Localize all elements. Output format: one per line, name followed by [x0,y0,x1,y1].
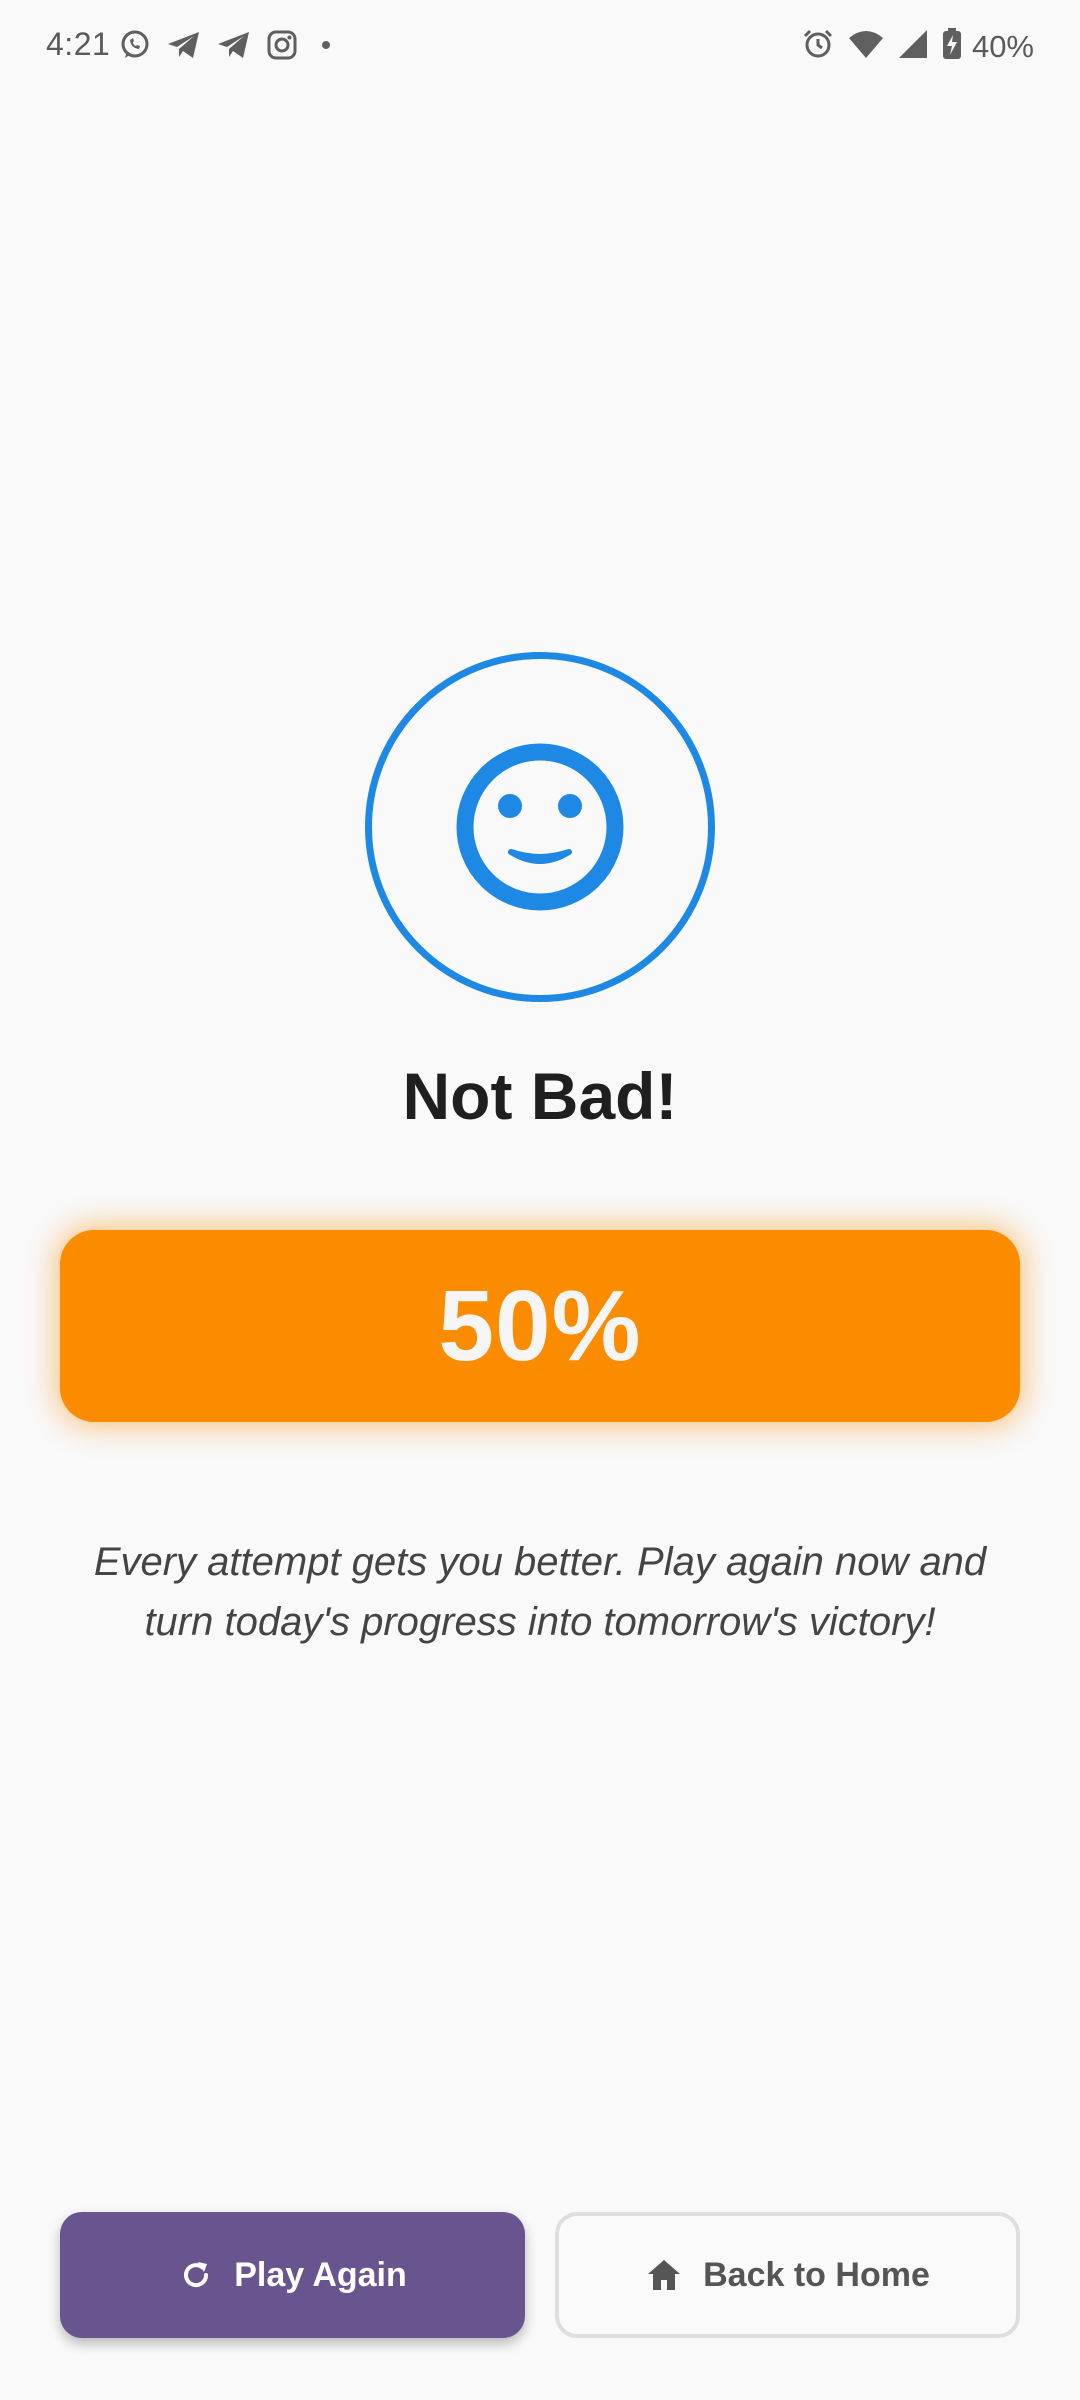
telegram-icon [166,29,202,61]
status-time: 4:21 [46,26,111,62]
notification-icons [118,28,330,62]
signal-icon [898,29,928,64]
result-emoji-ring [365,652,715,1002]
play-again-label: Play Again [234,2255,407,2294]
alarm-icon [802,28,834,65]
battery-charging-icon [942,28,962,65]
home-icon [645,2257,683,2293]
instagram-icon [266,29,298,61]
telegram-icon [216,29,252,61]
encouragement-message: Every attempt gets you better. Play agai… [93,1540,987,1644]
play-again-button[interactable]: Play Again [60,2212,525,2338]
score-value: 50% [438,1269,642,1382]
score-card: 50% [60,1230,1020,1422]
refresh-icon [178,2257,214,2293]
dot-icon [322,41,330,49]
result-title: Not Bad! [402,1059,678,1133]
wifi-icon [848,29,884,64]
status-bar: 4:21 40% [0,0,1080,92]
smiley-face-icon [456,743,624,911]
result-screen: 4:21 40% Not Bad! 50% Every attempt gets… [0,0,1080,2400]
system-icons: 40% [802,28,1034,65]
back-to-home-label: Back to Home [703,2255,930,2294]
battery-percent: 40% [971,28,1034,64]
back-to-home-button[interactable]: Back to Home [555,2212,1020,2338]
whatsapp-icon [118,28,152,62]
